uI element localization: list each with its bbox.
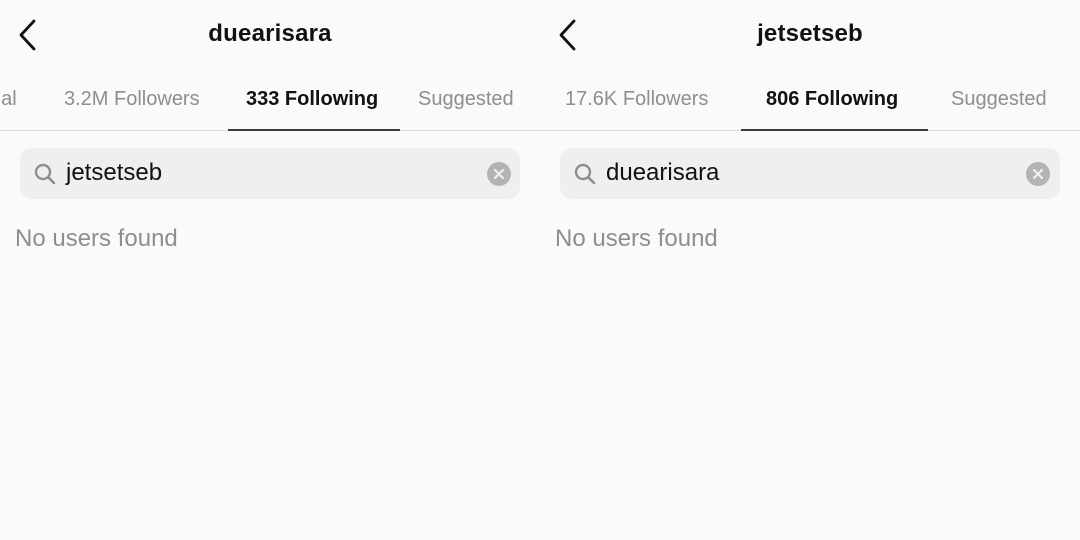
tab-mutual[interactable]: ual [0, 88, 17, 111]
search-field[interactable]: duearisara [560, 148, 1060, 199]
empty-state-message: No users found [555, 225, 718, 252]
left-panel: duearisara ual 3.2M Followers 333 Follow… [0, 0, 540, 540]
page-title: duearisara [208, 20, 332, 47]
clear-search-icon[interactable] [1026, 162, 1050, 186]
search-input[interactable]: duearisara [606, 159, 719, 187]
active-tab-underline [228, 129, 400, 131]
search-icon [574, 163, 596, 185]
search-field[interactable]: jetsetseb [20, 148, 520, 199]
page-title: jetsetseb [757, 20, 863, 47]
search-icon [34, 163, 56, 185]
tab-followers[interactable]: 3.2M Followers [64, 88, 200, 111]
tab-suggested[interactable]: Suggested [951, 88, 1047, 111]
empty-state-message: No users found [15, 225, 178, 252]
active-tab-underline [741, 129, 928, 131]
search-input[interactable]: jetsetseb [66, 159, 162, 187]
tab-suggested[interactable]: Suggested [418, 88, 514, 111]
tab-followers[interactable]: 17.6K Followers [565, 88, 708, 111]
screenshot: duearisara ual 3.2M Followers 333 Follow… [0, 0, 1080, 540]
clear-search-icon[interactable] [487, 162, 511, 186]
tab-following[interactable]: 333 Following [246, 88, 378, 111]
right-panel: jetsetseb 17.6K Followers 806 Following … [540, 0, 1080, 540]
tab-following[interactable]: 806 Following [766, 88, 898, 111]
